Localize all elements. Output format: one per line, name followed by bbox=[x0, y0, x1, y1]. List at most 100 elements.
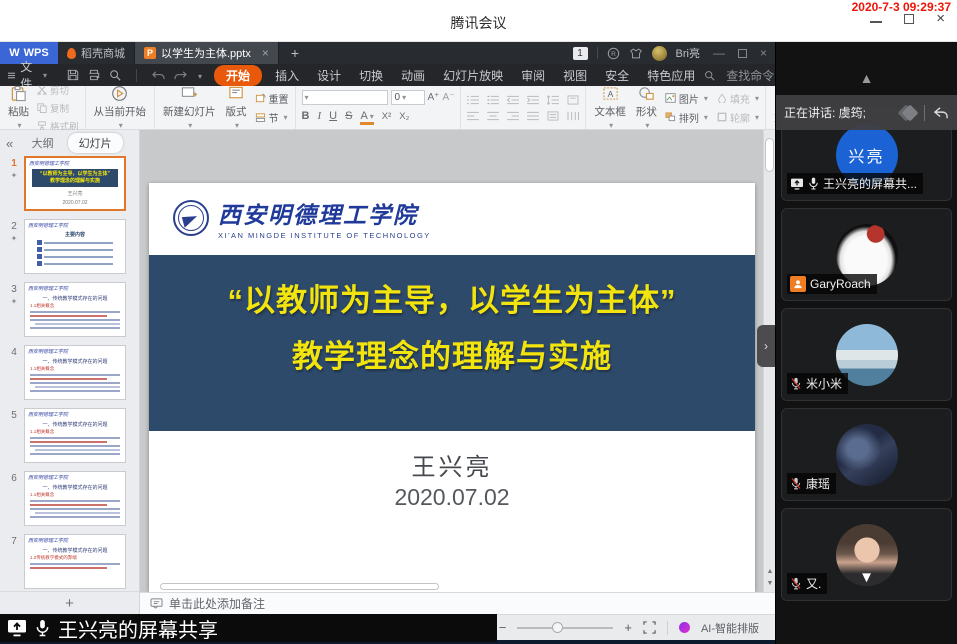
slide-thumb-5[interactable]: 5 西安明德理工学院 一、传统教学模式存在的问题 1.1相关概念 bbox=[4, 408, 139, 463]
text-direction-icon[interactable] bbox=[567, 95, 579, 105]
previous-slide-button[interactable]: ▲ bbox=[767, 568, 774, 575]
wps-restore-icon[interactable] bbox=[738, 49, 747, 58]
scrollbar-thumb[interactable] bbox=[765, 138, 774, 172]
quickbar-more-icon[interactable] bbox=[196, 68, 202, 82]
maximize-icon[interactable] bbox=[904, 14, 914, 24]
new-slide-button[interactable]: 新建幻灯片 bbox=[161, 85, 218, 130]
underline-button[interactable]: U bbox=[329, 110, 337, 122]
menu-security[interactable]: 安全 bbox=[596, 65, 638, 86]
number-list-icon[interactable] bbox=[487, 95, 499, 105]
distribute-icon[interactable] bbox=[547, 111, 559, 121]
increase-font-button[interactable]: A⁺ bbox=[428, 92, 440, 103]
account-avatar[interactable] bbox=[652, 46, 667, 61]
scroll-up-icon[interactable]: ▲ bbox=[860, 70, 874, 86]
bold-button[interactable]: B bbox=[302, 110, 310, 122]
menu-design[interactable]: 设计 bbox=[308, 65, 350, 86]
participant-tile[interactable]: 米小米 bbox=[781, 308, 952, 401]
menu-slideshow[interactable]: 幻灯片放映 bbox=[434, 65, 512, 86]
slide-thumb-2[interactable]: 2✦ 西安明德理工学院 主要内容 bbox=[4, 219, 139, 274]
slide-thumb-3[interactable]: 3✦ 西安明德理工学院 一、传统教学模式存在的问题 1.1相关概念 bbox=[4, 282, 139, 337]
undo-icon[interactable] bbox=[152, 70, 165, 81]
slide-thumb-4[interactable]: 4 西安明德理工学院 一、传统教学模式存在的问题 1.1相关概念 bbox=[4, 345, 139, 400]
zoom-slider-knob[interactable] bbox=[552, 622, 563, 633]
font-name-input[interactable] bbox=[302, 90, 388, 105]
account-name[interactable]: Bri亮 bbox=[676, 45, 700, 61]
new-tab-button[interactable]: + bbox=[279, 45, 311, 61]
tab-close-icon[interactable]: × bbox=[262, 46, 269, 60]
subscript-button[interactable]: X₂ bbox=[399, 111, 409, 122]
horizontal-scrollbar[interactable] bbox=[148, 583, 755, 590]
cut-button[interactable]: 剪切 bbox=[37, 83, 79, 97]
align-right-icon[interactable] bbox=[507, 111, 519, 121]
docer-skin-icon[interactable] bbox=[629, 47, 643, 60]
slide-thumb-7[interactable]: 7 西安明德理工学院 一、传统教学模式存在的问题 1.2传统教学模式的弊端 bbox=[4, 534, 139, 589]
reset-button[interactable]: 重置 bbox=[255, 91, 289, 106]
italic-button[interactable]: I bbox=[317, 110, 321, 122]
add-slide-button[interactable]: + bbox=[0, 591, 139, 614]
strike-button[interactable]: S bbox=[345, 110, 352, 122]
outline-button[interactable]: 轮廓 bbox=[717, 110, 759, 125]
play-from-current-button[interactable]: 从当前开始 bbox=[92, 85, 149, 130]
bullet-list-icon[interactable] bbox=[467, 95, 479, 105]
layout-button[interactable]: 版式 bbox=[224, 85, 249, 130]
align-center-icon[interactable] bbox=[487, 111, 499, 121]
wps-minimize-icon[interactable]: — bbox=[713, 46, 725, 60]
zoom-slider[interactable] bbox=[517, 627, 613, 629]
close-icon[interactable]: × bbox=[936, 13, 945, 25]
ai-layout-label[interactable]: AI-智能排版 bbox=[701, 620, 759, 636]
doc-count-badge[interactable]: 1 bbox=[573, 47, 588, 60]
fit-slide-button[interactable] bbox=[643, 621, 656, 634]
slide-thumb-1[interactable]: 1✦ 西安明德理工学院 “以教师为主导，以学生为主体”教学理念的理解与实施 王兴… bbox=[4, 156, 139, 211]
align-left-icon[interactable] bbox=[467, 111, 479, 121]
member-icon[interactable]: R bbox=[607, 47, 620, 60]
tab-slides[interactable]: 幻灯片 bbox=[68, 133, 123, 153]
copy-button[interactable]: 复制 bbox=[37, 101, 79, 115]
line-spacing-icon[interactable] bbox=[547, 95, 559, 105]
tab-docer-store[interactable]: 稻壳商城 bbox=[58, 42, 135, 64]
reply-arrow-icon[interactable] bbox=[933, 106, 949, 120]
decrease-font-button[interactable]: A⁻ bbox=[442, 92, 454, 103]
next-slide-button[interactable]: ▼ bbox=[767, 580, 774, 587]
menu-animation[interactable]: 动画 bbox=[392, 65, 434, 86]
increase-indent-icon[interactable] bbox=[527, 95, 539, 105]
participant-tile[interactable]: 康瑶 bbox=[781, 408, 952, 501]
font-size-input[interactable]: 0 bbox=[391, 90, 425, 105]
columns-icon[interactable] bbox=[567, 111, 579, 121]
scroll-down-icon[interactable]: ▼ bbox=[859, 569, 874, 586]
menu-special-apps[interactable]: 特色应用 bbox=[638, 65, 704, 86]
print-icon[interactable] bbox=[88, 69, 100, 81]
superscript-button[interactable]: X² bbox=[382, 111, 392, 122]
notes-bar[interactable]: 单击此处添加备注 bbox=[140, 592, 775, 614]
collapse-panel-button[interactable]: « bbox=[6, 136, 13, 151]
menu-home[interactable]: 开始 bbox=[214, 65, 262, 86]
zoom-out-button[interactable]: − bbox=[499, 620, 507, 635]
slide-thumb-6[interactable]: 6 西安明德理工学院 一、传统教学模式存在的问题 1.1相关概念 bbox=[4, 471, 139, 526]
panel-collapse-handle[interactable]: › bbox=[757, 325, 775, 367]
participant-tile[interactable]: GaryRoach bbox=[781, 208, 952, 301]
justify-icon[interactable] bbox=[527, 111, 539, 121]
current-slide[interactable]: 西安明德理工学院 XI'AN MINGDE INSTITUTE OF TECHN… bbox=[149, 183, 755, 592]
picture-button[interactable]: 图片 bbox=[665, 91, 708, 106]
fill-button[interactable]: 填充 bbox=[717, 91, 759, 106]
preview-icon[interactable] bbox=[109, 69, 121, 81]
arrange-button[interactable]: 排列 bbox=[665, 110, 708, 125]
font-color-button[interactable]: A bbox=[360, 111, 373, 125]
shapes-button[interactable]: 形状 bbox=[634, 85, 659, 130]
text-box-button[interactable]: A 文本框 bbox=[592, 85, 628, 130]
paste-button[interactable]: 粘贴 bbox=[6, 85, 31, 130]
menu-view[interactable]: 视图 bbox=[554, 65, 596, 86]
menu-insert[interactable]: 插入 bbox=[266, 65, 308, 86]
menu-transition[interactable]: 切换 bbox=[350, 65, 392, 86]
tab-outline[interactable]: 大纲 bbox=[24, 133, 62, 153]
save-icon[interactable] bbox=[67, 69, 79, 81]
zoom-in-button[interactable]: + bbox=[624, 620, 632, 635]
redo-icon[interactable] bbox=[174, 70, 187, 81]
scrollbar-thumb[interactable] bbox=[160, 583, 439, 590]
minimize-icon[interactable] bbox=[870, 21, 882, 23]
menu-review[interactable]: 审阅 bbox=[512, 65, 554, 86]
section-button[interactable]: 节 bbox=[255, 110, 289, 125]
decrease-indent-icon[interactable] bbox=[507, 95, 519, 105]
wps-close-icon[interactable]: × bbox=[760, 46, 767, 60]
tab-document[interactable]: P 以学生为主体.pptx × bbox=[135, 42, 279, 64]
participant-tile[interactable]: 又. bbox=[781, 508, 952, 601]
